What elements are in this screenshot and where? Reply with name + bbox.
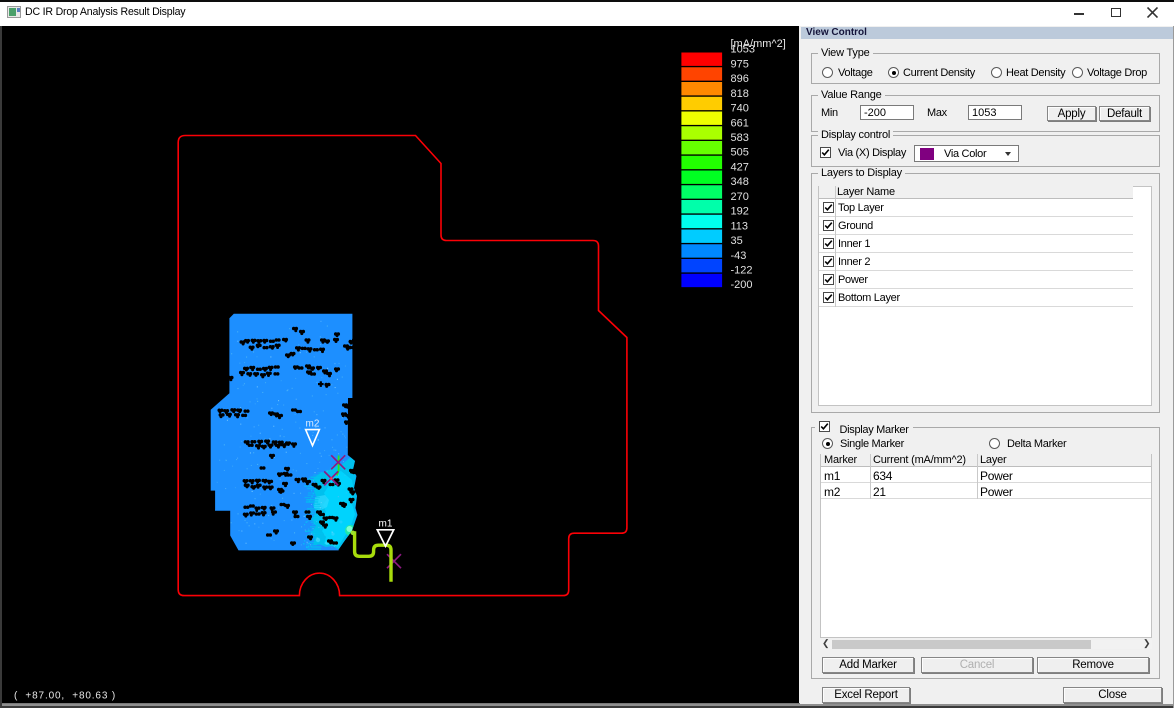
svg-text:-200: -200: [731, 279, 753, 291]
svg-text:740: 740: [731, 103, 749, 115]
svg-text:270: 270: [731, 191, 749, 203]
svg-text:896: 896: [731, 73, 749, 85]
svg-text:975: 975: [731, 58, 749, 70]
svg-text:427: 427: [731, 162, 749, 174]
svg-text:-122: -122: [731, 265, 753, 277]
svg-text:35: 35: [731, 235, 743, 247]
svg-text:( +87.00, +80.63 ): ( +87.00, +80.63 ): [14, 691, 116, 702]
svg-text:818: 818: [731, 88, 749, 100]
svg-text:m2: m2: [306, 419, 320, 430]
svg-text:1053: 1053: [731, 44, 755, 56]
svg-text:583: 583: [731, 132, 749, 144]
svg-text:661: 661: [731, 117, 749, 129]
svg-text:348: 348: [731, 176, 749, 188]
svg-text:m1: m1: [379, 519, 393, 530]
svg-text:505: 505: [731, 147, 749, 159]
svg-text:-43: -43: [731, 250, 747, 262]
svg-text:192: 192: [731, 206, 749, 218]
svg-text:113: 113: [731, 220, 749, 232]
